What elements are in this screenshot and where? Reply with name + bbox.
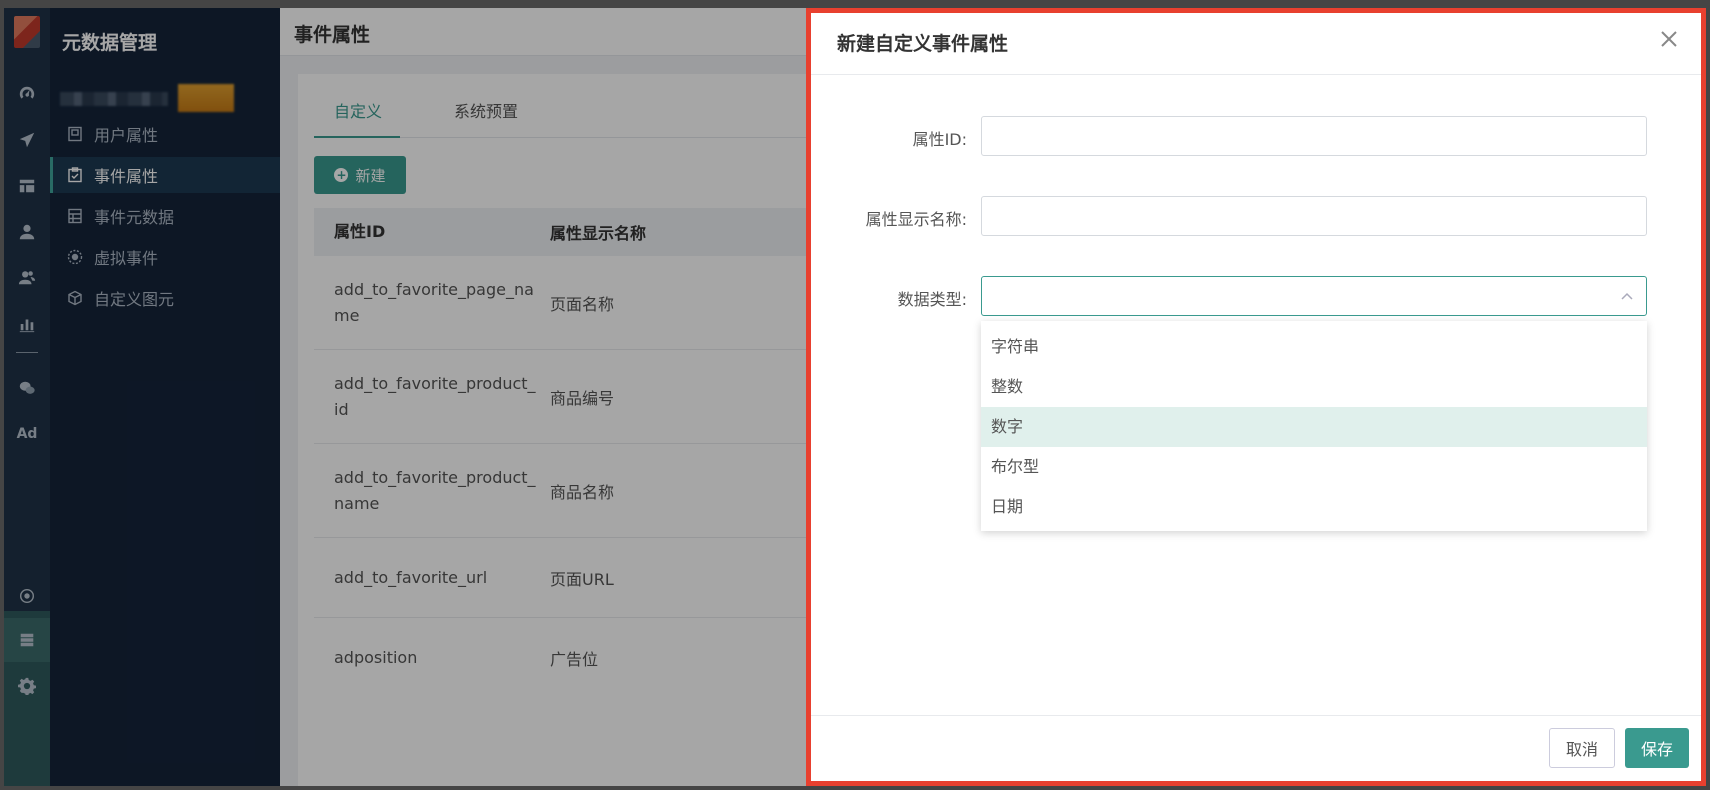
cell-attr-id: adposition [334,648,418,667]
target-icon[interactable] [4,574,50,618]
data-type-dropdown: 字符串 整数 数字 布尔型 日期 [981,321,1647,531]
users-icon[interactable] [4,256,50,300]
cell-display-name: 页面名称 [550,294,615,314]
sidebar-item-label: 事件元数据 [94,208,175,227]
account-selector[interactable] [60,84,234,112]
sidebar-title: 元数据管理 [62,32,158,54]
new-button-label: 新建 [355,166,386,185]
gear-icon[interactable] [4,664,50,708]
drawer-title: 新建自定义事件属性 [837,33,1009,55]
icon-rail: Ad [4,8,50,786]
data-type-select[interactable] [981,276,1647,316]
chevron-up-icon [1620,290,1634,304]
tab-custom[interactable]: 自定义 [314,98,400,138]
drawer-header: 新建自定义事件属性 [811,13,1701,75]
layout-icon[interactable] [4,164,50,208]
form-row-attr-id: 属性ID: [811,116,1701,156]
option-date[interactable]: 日期 [981,487,1647,527]
event-attr-icon [66,166,84,184]
sidebar-item-custom-elements[interactable]: 自定义图元 [50,280,280,316]
event-meta-icon [66,207,84,225]
cancel-button[interactable]: 取消 [1549,728,1615,768]
custom-element-icon [66,289,84,307]
send-icon[interactable] [4,118,50,162]
sidebar-item-label: 事件属性 [94,167,159,186]
column-header-display-name[interactable]: 属性显示名称 [550,220,750,244]
sidebar-item-event-metadata[interactable]: 事件元数据 [50,198,280,234]
sidebar-item-user-attributes[interactable]: 用户属性 [50,116,280,152]
sidebar-item-label: 虚拟事件 [94,249,159,268]
cell-display-name: 商品编号 [550,388,615,408]
sidebar-item-label: 用户属性 [94,126,159,145]
cell-attr-id: add_to_favorite_url [334,567,488,587]
tab-system-preset[interactable]: 系统预置 [454,98,518,138]
cell-display-name: 广告位 [550,650,599,669]
wechat-icon[interactable] [4,366,50,410]
option-number[interactable]: 数字 [981,407,1647,447]
display-name-input[interactable] [981,196,1647,236]
plus-circle-icon: + [334,168,349,182]
drawer-footer: 取消 保存 [811,715,1701,781]
cell-attr-id: add_to_favorite_page_na me [334,279,534,325]
cell-display-name: 商品名称 [550,482,615,502]
blurred-account-avatar [178,84,234,112]
page-title: 事件属性 [294,24,371,46]
column-header-attr-id[interactable]: 属性ID [314,219,550,245]
sidebar-item-label: 自定义图元 [94,290,175,309]
ad-icon[interactable]: Ad [4,412,50,456]
user-icon[interactable] [4,210,50,254]
cell-display-name: 页面URL [550,569,614,589]
data-type-label: 数据类型: [897,290,967,309]
secondary-sidebar: 元数据管理 用户属性 事件属性 事件元数据 虚拟事件 自定义图元 [50,8,280,786]
form-row-data-type: 数据类型: [811,276,1701,316]
display-name-label: 属性显示名称: [865,210,967,229]
cell-attr-id: add_to_favorite_product_ name [334,467,536,513]
database-icon[interactable] [4,618,50,662]
option-integer[interactable]: 整数 [981,367,1647,407]
rail-divider [16,352,38,353]
blurred-account-name [60,92,168,106]
attr-id-input[interactable] [981,116,1647,156]
close-icon[interactable] [1657,27,1681,51]
new-attribute-drawer: 新建自定义事件属性 属性ID: 属性显示名称: 数据类型: 字符串 整数 数字 … [806,8,1706,786]
sidebar-item-virtual-events[interactable]: 虚拟事件 [50,239,280,275]
option-string[interactable]: 字符串 [981,327,1647,367]
virtual-event-icon [66,248,84,266]
attr-id-label: 属性ID: [912,130,967,149]
save-button[interactable]: 保存 [1625,728,1689,768]
option-boolean[interactable]: 布尔型 [981,447,1647,487]
form-row-display-name: 属性显示名称: [811,196,1701,236]
user-attr-icon [66,125,84,143]
new-button[interactable]: + 新建 [314,156,406,194]
dashboard-icon[interactable] [4,72,50,116]
sidebar-item-event-attributes[interactable]: 事件属性 [50,157,280,193]
cell-attr-id: add_to_favorite_product_ id [334,373,536,419]
bar-chart-icon[interactable] [4,302,50,346]
app-logo [14,16,40,48]
